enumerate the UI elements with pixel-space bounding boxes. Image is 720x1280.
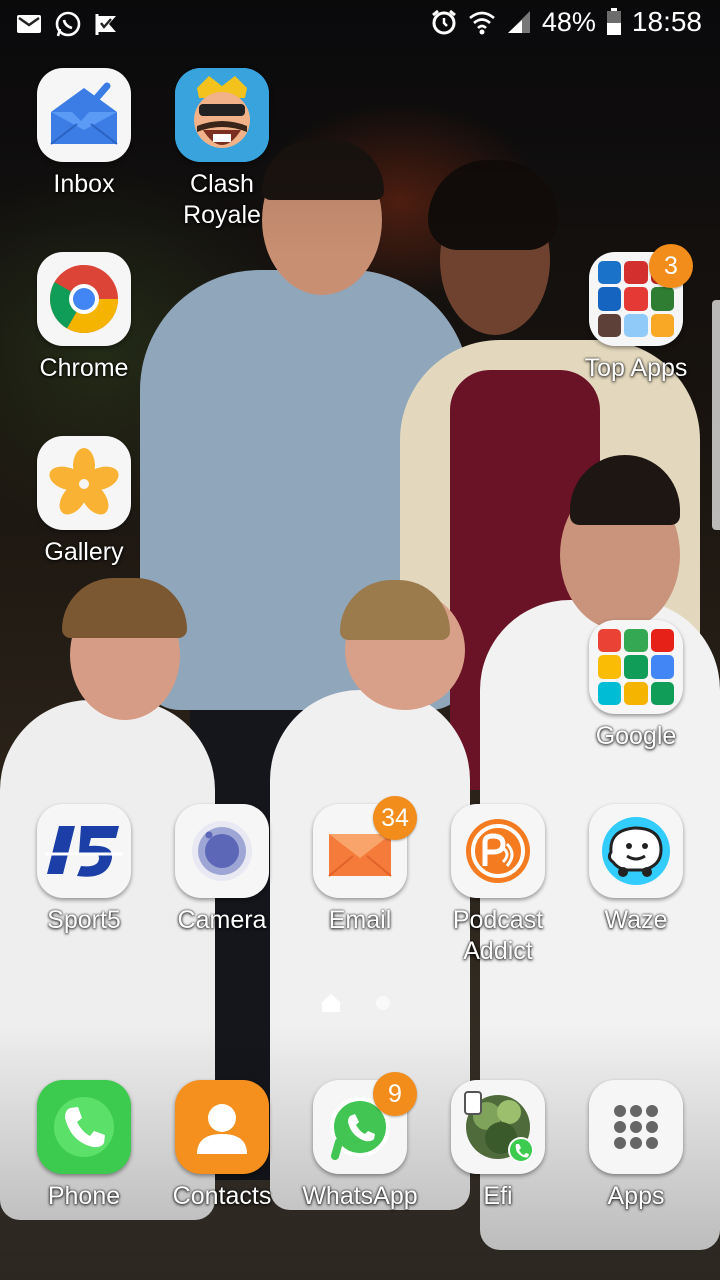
folder-top-apps[interactable]: 3 Top Apps <box>567 244 705 384</box>
app-inbox[interactable]: Inbox <box>15 68 153 200</box>
app-label: Waze <box>604 906 668 934</box>
sport5-icon <box>37 804 131 898</box>
battery-icon <box>606 8 621 35</box>
notification-badge: 9 <box>373 1072 417 1116</box>
dock-apps-drawer[interactable]: Apps <box>567 1080 705 1212</box>
status-bar: 48% 18:58 <box>0 0 720 50</box>
notification-icons <box>16 10 120 38</box>
app-label: Inbox <box>53 170 115 198</box>
home-page-icon[interactable] <box>320 992 342 1014</box>
signal-icon <box>507 11 530 33</box>
app-gallery[interactable]: Gallery <box>15 436 153 568</box>
contact-shortcut-icon <box>451 1080 545 1174</box>
dock-phone[interactable]: Phone <box>15 1080 153 1212</box>
app-label: Apps <box>607 1182 665 1210</box>
dock-contacts[interactable]: Contacts <box>153 1080 291 1212</box>
app-label: Phone <box>47 1182 121 1210</box>
clash-royale-icon <box>175 68 269 162</box>
waze-icon <box>589 804 683 898</box>
dock-contact-efi[interactable]: Efi <box>429 1080 567 1212</box>
system-status: 48% 18:58 <box>430 6 702 38</box>
folder-icon <box>589 620 683 714</box>
app-label: Efi <box>483 1182 513 1210</box>
page-indicator <box>320 992 390 1014</box>
notification-badge: 3 <box>649 244 693 288</box>
app-label: Contacts <box>172 1182 272 1210</box>
edge-panel-handle[interactable] <box>712 300 720 530</box>
gallery-flower-icon <box>37 436 131 530</box>
app-label: Clash Royale <box>183 170 261 229</box>
camera-icon <box>175 804 269 898</box>
app-email[interactable]: 34 Email <box>291 796 429 936</box>
app-chrome[interactable]: Chrome <box>15 252 153 384</box>
battery-percentage: 48% <box>541 6 596 37</box>
phone-icon <box>37 1080 131 1174</box>
whatsapp-icon <box>55 11 81 37</box>
check-flag-icon <box>95 14 116 35</box>
app-camera[interactable]: Camera <box>153 804 291 936</box>
mail-icon <box>17 15 41 33</box>
chrome-icon <box>37 252 131 346</box>
notification-badge: 34 <box>373 796 417 840</box>
apps-grid-icon <box>589 1080 683 1174</box>
dock-whatsapp[interactable]: 9 WhatsApp <box>291 1072 429 1212</box>
app-label: Gallery <box>44 538 124 566</box>
app-sport5[interactable]: Sport5 <box>15 804 153 936</box>
app-podcast-addict[interactable]: Podcast Addict <box>429 804 567 967</box>
app-label: Google <box>595 722 677 750</box>
app-label: WhatsApp <box>302 1182 418 1210</box>
podcast-addict-icon <box>451 804 545 898</box>
app-label: Top Apps <box>584 354 688 382</box>
app-label: Sport5 <box>47 906 121 934</box>
app-clash-royale[interactable]: Clash Royale <box>153 68 291 231</box>
app-label: Chrome <box>39 354 129 382</box>
alarm-icon <box>431 9 456 35</box>
wifi-icon <box>469 11 495 35</box>
contacts-icon <box>175 1080 269 1174</box>
page-dot[interactable] <box>376 996 390 1010</box>
app-label: Camera <box>177 906 267 934</box>
app-waze[interactable]: Waze <box>567 804 705 936</box>
inbox-icon <box>37 68 131 162</box>
clock: 18:58 <box>631 6 702 37</box>
app-label: Podcast Addict <box>452 906 544 965</box>
folder-google[interactable]: Google <box>567 620 705 752</box>
app-label: Email <box>328 906 392 934</box>
